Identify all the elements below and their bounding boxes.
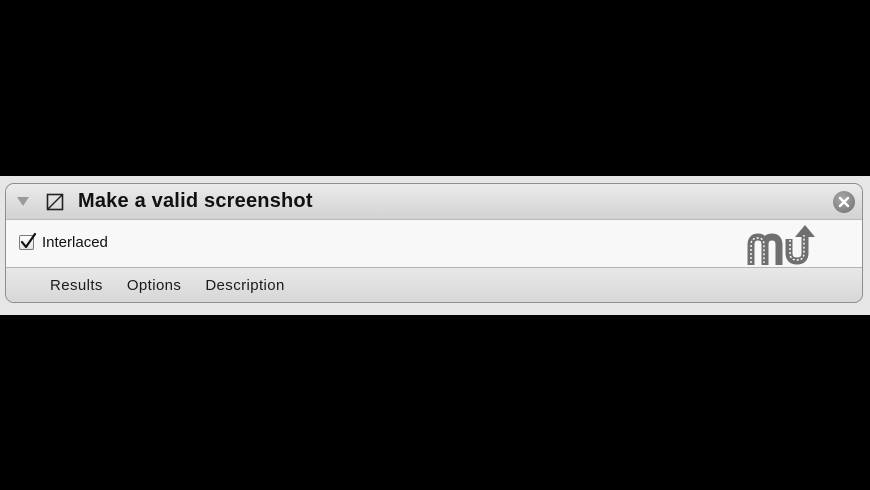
checkmark-icon — [20, 232, 37, 249]
automator-action-panel: Make a valid screenshot Interlaced Resul… — [5, 183, 863, 303]
action-titlebar: Make a valid screenshot — [6, 184, 862, 220]
action-footer: Results Options Description — [6, 268, 862, 302]
disclosure-triangle-icon[interactable] — [17, 197, 29, 206]
tab-results[interactable]: Results — [50, 277, 115, 294]
interlaced-checkbox[interactable] — [19, 232, 37, 250]
macupdate-logo-icon — [747, 225, 815, 265]
tab-description[interactable]: Description — [205, 277, 296, 294]
interlaced-option[interactable]: Interlaced — [19, 232, 108, 251]
interlaced-label: Interlaced — [42, 234, 108, 251]
footer-tabs: Results Options Description — [50, 277, 309, 294]
tab-options[interactable]: Options — [127, 277, 194, 294]
action-options-area: Interlaced — [6, 220, 862, 268]
close-icon[interactable] — [833, 191, 855, 213]
action-title: Make a valid screenshot — [78, 190, 313, 212]
crop-frame-icon — [46, 193, 64, 211]
